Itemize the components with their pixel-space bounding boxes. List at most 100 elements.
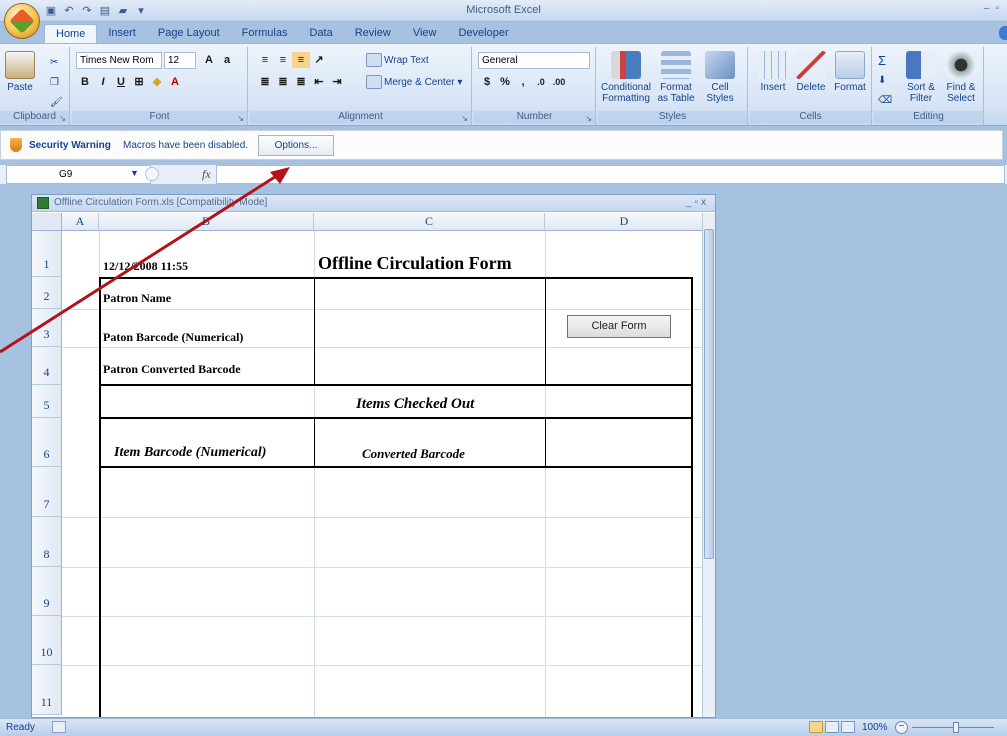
formula-input[interactable] xyxy=(216,165,1005,184)
cell-b2[interactable]: Patron Name xyxy=(103,291,171,306)
autosum-icon[interactable]: Σ xyxy=(878,51,886,69)
decrease-indent-icon[interactable]: ⇤ xyxy=(310,74,328,90)
currency-button[interactable]: $ xyxy=(478,74,496,90)
clipboard-launcher-icon[interactable]: ↘ xyxy=(59,114,66,123)
borders-icon[interactable]: ⊞ xyxy=(130,74,148,90)
options-button[interactable]: Options... xyxy=(258,135,334,156)
tab-page-layout[interactable]: Page Layout xyxy=(147,24,231,44)
copy-icon[interactable]: ❐ xyxy=(50,73,59,91)
zoom-slider-thumb[interactable] xyxy=(953,722,959,733)
cell-styles-button[interactable]: Cell Styles xyxy=(700,51,740,104)
tab-insert[interactable]: Insert xyxy=(97,24,147,44)
italic-icon[interactable]: I xyxy=(94,74,112,90)
tab-data[interactable]: Data xyxy=(298,24,343,44)
increase-decimal-icon[interactable]: .0 xyxy=(532,74,550,90)
macro-record-icon[interactable] xyxy=(52,721,66,733)
sort-filter-button[interactable]: Sort & Filter xyxy=(902,51,940,104)
column-header-b[interactable]: B xyxy=(99,213,314,231)
tab-developer[interactable]: Developer xyxy=(447,24,519,44)
cell-c6[interactable]: Converted Barcode xyxy=(362,446,465,462)
column-header-d[interactable]: D xyxy=(545,213,704,231)
align-right-icon[interactable]: ≣ xyxy=(292,74,310,90)
merge-center-button[interactable]: Merge & Center ▾ xyxy=(366,73,462,91)
tab-review[interactable]: Review xyxy=(344,24,402,44)
font-name-select[interactable]: Times New Rom xyxy=(76,51,162,69)
row-header-1[interactable]: 1 xyxy=(32,231,62,277)
wrap-text-button[interactable]: Wrap Text xyxy=(366,51,429,69)
font-size-select[interactable]: 12 xyxy=(164,51,196,69)
cancel-entry-icon[interactable] xyxy=(145,167,159,181)
row-header-7[interactable]: 7 xyxy=(32,467,62,517)
row-header-2[interactable]: 2 xyxy=(32,277,62,309)
office-button[interactable] xyxy=(4,3,40,39)
styles-group: Conditional Formatting Format as Table Cel… xyxy=(598,47,748,125)
insert-function-icon[interactable]: fx xyxy=(202,167,211,182)
row-header-3[interactable]: 3 xyxy=(32,309,62,347)
row-header-4[interactable]: 4 xyxy=(32,347,62,385)
cell-b4[interactable]: Patron Converted Barcode xyxy=(103,362,241,377)
column-header-c[interactable]: C xyxy=(314,213,545,231)
minimize-icon[interactable]: – xyxy=(984,3,990,14)
fill-color-icon[interactable]: ◈ xyxy=(148,74,166,90)
zoom-level[interactable]: 100% xyxy=(862,722,888,733)
row-header-5[interactable]: 5 xyxy=(32,385,62,418)
align-middle-icon[interactable]: ≡ xyxy=(274,52,292,68)
alignment-launcher-icon[interactable]: ↘ xyxy=(461,114,468,123)
workbook-window-controls[interactable]: _▫x xyxy=(686,195,709,211)
font-color-icon[interactable]: A xyxy=(166,74,184,90)
format-as-table-button[interactable]: Format as Table xyxy=(656,51,696,104)
row-header-6[interactable]: 6 xyxy=(32,418,62,467)
vertical-scrollbar[interactable] xyxy=(702,213,715,717)
bold-icon[interactable]: B xyxy=(76,74,94,90)
clear-form-button[interactable]: Clear Form xyxy=(567,315,671,338)
restore-icon[interactable]: ▫ xyxy=(995,3,999,14)
page-layout-view-icon[interactable] xyxy=(825,721,839,733)
grow-font-icon[interactable]: A xyxy=(200,52,218,68)
insert-cells-button[interactable]: Insert xyxy=(756,51,790,93)
number-format-select[interactable]: General xyxy=(478,51,590,69)
align-top-icon[interactable]: ≡ xyxy=(256,52,274,68)
help-icon[interactable] xyxy=(999,26,1007,40)
select-all-corner[interactable] xyxy=(32,213,62,231)
font-launcher-icon[interactable]: ↘ xyxy=(237,114,244,123)
tab-formulas[interactable]: Formulas xyxy=(231,24,299,44)
shrink-font-icon[interactable]: a xyxy=(218,52,236,68)
delete-cells-button[interactable]: Delete xyxy=(794,51,828,93)
comma-button[interactable]: , xyxy=(514,74,532,90)
find-select-button[interactable]: Find & Select xyxy=(942,51,980,104)
name-box-dropdown-icon[interactable]: ▼ xyxy=(130,168,139,178)
row-header-11[interactable]: 11 xyxy=(32,665,62,715)
underline-icon[interactable]: U xyxy=(112,74,130,90)
align-bottom-icon[interactable]: ≡ xyxy=(292,52,310,68)
increase-indent-icon[interactable]: ⇥ xyxy=(328,74,346,90)
row-header-9[interactable]: 9 xyxy=(32,567,62,616)
tab-view[interactable]: View xyxy=(402,24,448,44)
paste-button[interactable]: Paste xyxy=(4,51,36,93)
cell-b3[interactable]: Paton Barcode (Numerical) xyxy=(103,330,243,345)
number-launcher-icon[interactable]: ↘ xyxy=(585,114,592,123)
cell-b6[interactable]: Item Barcode (Numerical) xyxy=(114,445,266,461)
cell-c1[interactable]: Offline Circulation Form xyxy=(318,253,512,274)
cell-b1[interactable]: 12/12/2008 11:55 xyxy=(103,259,188,274)
format-cells-button[interactable]: Format xyxy=(832,51,868,93)
orientation-icon[interactable]: ↗ xyxy=(310,52,328,68)
row-header-10[interactable]: 10 xyxy=(32,616,62,665)
normal-view-icon[interactable] xyxy=(809,721,823,733)
column-header-a[interactable]: A xyxy=(62,213,99,231)
row-header-8[interactable]: 8 xyxy=(32,517,62,567)
clear-icon[interactable]: ⌫ xyxy=(878,91,892,109)
page-break-view-icon[interactable] xyxy=(841,721,855,733)
tab-home[interactable]: Home xyxy=(44,24,98,44)
align-center-icon[interactable]: ≣ xyxy=(274,74,292,90)
alignment-group: ≡ ≡ ≡ ↗ ≣ ≣ ≣ ⇤ ⇥ Wrap Text Merge & Cent… xyxy=(250,47,472,125)
vertical-scrollbar-thumb[interactable] xyxy=(704,229,714,559)
zoom-out-icon[interactable]: − xyxy=(895,721,908,734)
cut-icon[interactable]: ✂ xyxy=(50,53,58,71)
decrease-decimal-icon[interactable]: .00 xyxy=(550,74,568,90)
fill-icon[interactable]: ⬇ xyxy=(878,71,886,89)
percent-button[interactable]: % xyxy=(496,74,514,90)
align-left-icon[interactable]: ≣ xyxy=(256,74,274,90)
format-painter-icon[interactable]: 🖌 xyxy=(50,93,63,111)
cell-c5[interactable]: Items Checked Out xyxy=(356,396,474,413)
conditional-formatting-button[interactable]: Conditional Formatting xyxy=(600,51,652,104)
